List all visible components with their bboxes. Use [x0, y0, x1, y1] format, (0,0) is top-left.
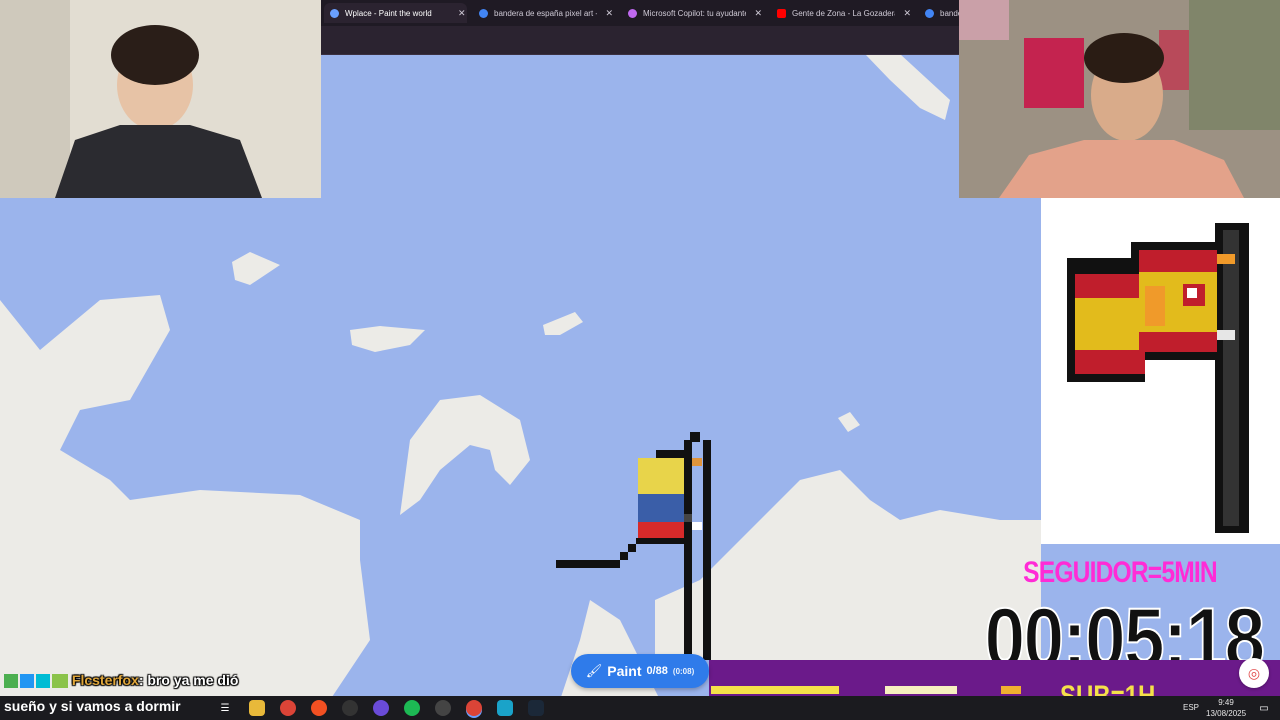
palette-color-orange[interactable]	[1001, 686, 1021, 694]
browser-toolbar	[321, 26, 959, 55]
obs-icon[interactable]	[342, 700, 358, 716]
chat-message: Flcsterfox: bro ya me dió	[4, 672, 239, 689]
tab-title: bandera de españa pixel art - G	[494, 8, 598, 18]
target-icon: ◎	[1247, 664, 1261, 681]
google-icon	[925, 8, 934, 18]
paint-cooldown-timer: (0:08)	[672, 666, 695, 676]
paint-button[interactable]: 🖌 Paint 0/88 (0:08)	[571, 654, 709, 688]
chat-badge-icons	[4, 674, 68, 689]
palette-color-cream[interactable]	[885, 686, 957, 694]
google-icon	[479, 8, 488, 18]
tab-bandera-2[interactable]: bande	[919, 3, 959, 23]
chrome-icon[interactable]	[280, 700, 296, 716]
tab-title: Wplace - Paint the world	[345, 8, 432, 18]
paint-pixel-count: 0/88	[646, 665, 668, 677]
stream-chat: Flcsterfox: bro ya me dió	[0, 668, 320, 698]
cursor-pixel	[684, 514, 692, 522]
person-left-illustration	[0, 0, 321, 198]
tab-wplace[interactable]: Wplace - Paint the world ✕	[324, 3, 467, 23]
tab-title: Microsoft Copilot: tu ayudante	[643, 8, 747, 18]
flag-ground-line	[556, 560, 620, 568]
paint-label: Paint	[607, 663, 642, 679]
tab-bandera-search[interactable]: bandera de españa pixel art - G ✕	[473, 3, 613, 23]
map-action-button[interactable]: ◎	[1239, 658, 1269, 688]
chat-username: Flcsterfox	[71, 672, 139, 688]
tray-clock[interactable]: 9:49 13/08/2025	[1206, 697, 1246, 719]
tab-title: Gente de Zona - La Gozadera (	[792, 8, 896, 18]
spotify-icon[interactable]	[404, 700, 420, 716]
person-right-illustration	[959, 0, 1280, 198]
flag-pole-right	[703, 440, 711, 660]
flag-ground-step-2	[628, 544, 636, 552]
flag-pixel-orange	[692, 458, 702, 466]
chrome-active-icon[interactable]	[466, 700, 482, 716]
flag-bottom-edge	[636, 538, 684, 544]
flag-pixel-white	[692, 522, 702, 530]
webcam-left	[0, 0, 321, 198]
flag-top-edge	[656, 450, 686, 458]
close-icon[interactable]: ✕	[458, 8, 466, 19]
discord-icon[interactable]	[373, 700, 389, 716]
flag-stripe-yellow	[638, 458, 684, 494]
tray-time: 9:49	[1218, 698, 1234, 707]
webcam-right	[959, 0, 1280, 198]
app-icon[interactable]	[435, 700, 451, 716]
flag-stripe-blue	[638, 494, 684, 522]
copilot-icon	[628, 8, 637, 18]
chat-message-text: : bro ya me dió	[138, 672, 239, 688]
close-icon[interactable]: ✕	[903, 8, 911, 19]
close-icon[interactable]: ✕	[605, 8, 613, 19]
tray-language[interactable]: ESP	[1183, 703, 1199, 712]
chat-message-continuation: sueño y si vamos a dormir	[4, 698, 181, 714]
reference-spain-flag-image	[1041, 198, 1280, 544]
browser-tab-bar: Wplace - Paint the world ✕ bandera de es…	[321, 0, 959, 26]
flag-ground-step-1	[620, 552, 628, 560]
tab-youtube[interactable]: Gente de Zona - La Gozadera ( ✕	[771, 3, 911, 23]
tab-title: bande	[940, 8, 959, 18]
color-palette-strip[interactable]	[709, 660, 1280, 696]
tab-copilot[interactable]: Microsoft Copilot: tu ayudante ✕	[622, 3, 762, 23]
wplace-icon	[330, 8, 339, 18]
flag-pole-top	[690, 432, 700, 442]
flag-pole-left	[684, 440, 692, 660]
reference-flag-panel	[1041, 198, 1280, 544]
palette-color-yellow[interactable]	[711, 686, 839, 694]
close-icon[interactable]: ✕	[754, 8, 762, 19]
paint-brush-icon: 🖌	[585, 663, 603, 678]
tray-date: 13/08/2025	[1206, 709, 1247, 718]
seguidor-rule-text: SEGUIDOR=5MIN	[1023, 556, 1218, 589]
file-explorer-icon[interactable]	[249, 700, 265, 716]
windows-taskbar	[0, 696, 1280, 720]
steam-icon[interactable]	[528, 700, 544, 716]
task-view-icon[interactable]: ☰	[217, 700, 233, 716]
flag-stripe-red	[638, 522, 684, 540]
notification-icon[interactable]: ▭	[1256, 700, 1272, 716]
youtube-icon	[777, 8, 786, 18]
app-blue-icon[interactable]	[497, 700, 513, 716]
store-icon[interactable]	[311, 700, 327, 716]
